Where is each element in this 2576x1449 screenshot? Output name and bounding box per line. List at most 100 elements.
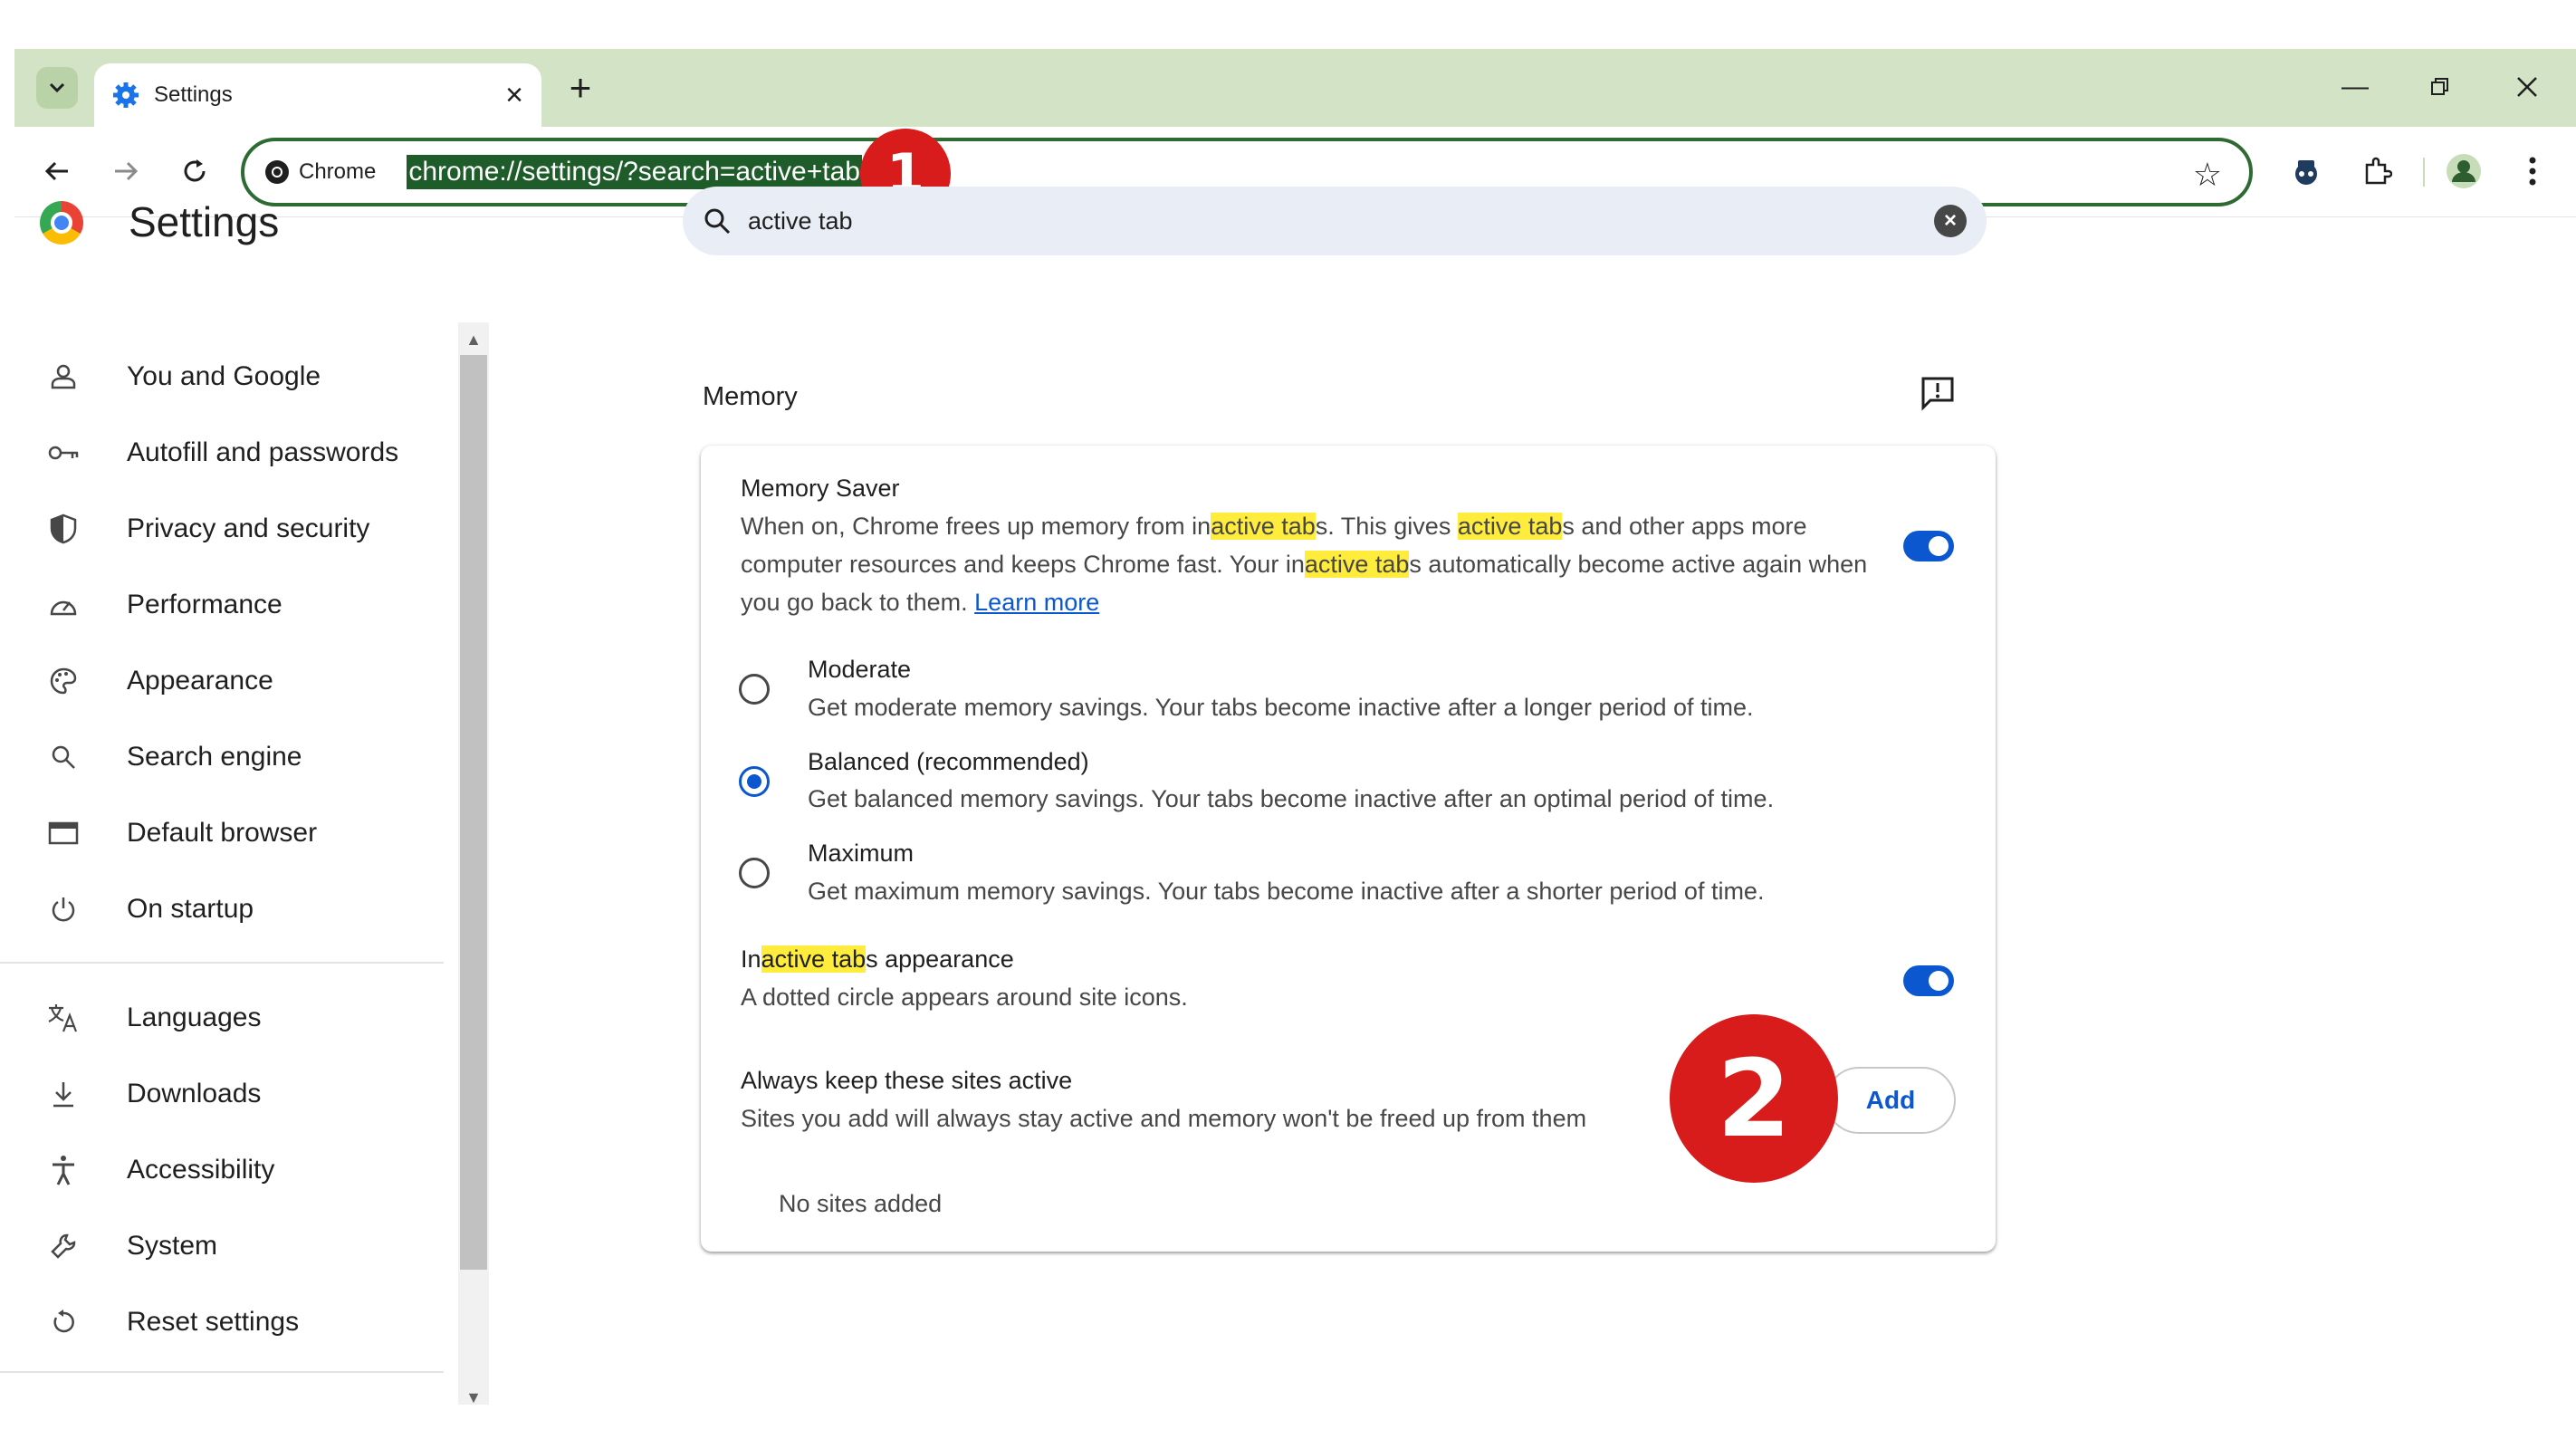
tab-settings[interactable]: Settings ×	[94, 63, 541, 127]
chevron-down-icon	[49, 82, 65, 93]
bookmark-star-icon[interactable]: ☆	[2193, 156, 2222, 194]
clear-search-icon[interactable]: ×	[1934, 205, 1967, 237]
gear-icon	[113, 82, 139, 108]
option-balanced-label: Balanced (recommended)	[808, 748, 1089, 775]
feedback-icon[interactable]	[1920, 375, 1956, 416]
page-title: Settings	[129, 198, 280, 245]
inactive-appearance-toggle[interactable]	[1903, 965, 1954, 996]
new-tab-button[interactable]: +	[560, 66, 601, 109]
sidebar-item-reset[interactable]: Reset settings	[45, 1295, 453, 1349]
memory-saver-desc-line1: When on, Chrome frees up memory from ina…	[741, 513, 1807, 540]
profile-button[interactable]	[2441, 149, 2486, 194]
speedometer-icon	[45, 587, 81, 623]
sidebar-item-label: Languages	[127, 1003, 262, 1032]
chrome-logo-icon	[40, 201, 83, 245]
accessibility-icon	[45, 1152, 81, 1188]
reload-icon	[184, 159, 206, 182]
sidebar-item-label: System	[127, 1231, 218, 1261]
sidebar-item-accessibility[interactable]: Accessibility	[45, 1143, 453, 1197]
sidebar-item-label: Appearance	[127, 666, 273, 696]
wrench-icon	[45, 1228, 81, 1264]
tab-strip: Settings × + —	[14, 49, 2576, 127]
inactive-appearance-desc: A dotted circle appears around site icon…	[741, 984, 1188, 1011]
section-title: Memory	[703, 382, 798, 411]
download-icon	[45, 1076, 81, 1112]
site-chip-label: Chrome	[299, 159, 377, 184]
option-moderate-label: Moderate	[808, 656, 912, 683]
toolbar-divider	[2423, 158, 2425, 187]
annotation-badge-2: 2	[1670, 1014, 1838, 1183]
scroll-down-arrow-icon[interactable]: ▼	[464, 1387, 484, 1407]
sidebar-item-default-browser[interactable]: Default browser	[45, 806, 453, 860]
forward-button[interactable]	[103, 149, 148, 194]
memory-saver-title: Memory Saver	[741, 475, 900, 502]
sidebar-item-downloads[interactable]: Downloads	[45, 1067, 453, 1121]
sidebar-item-label: Search engine	[127, 742, 302, 772]
sidebar-item-languages[interactable]: Languages	[45, 991, 453, 1045]
memory-saver-desc-line3: you go back to them. Learn more	[741, 589, 1100, 616]
arrow-right-icon	[115, 161, 139, 181]
memory-saver-desc-line2: computer resources and keeps Chrome fast…	[741, 551, 1868, 578]
settings-search-field[interactable]: active tab ×	[683, 187, 1987, 255]
palette-icon	[45, 663, 81, 699]
site-chip[interactable]: Chrome	[264, 159, 376, 185]
sidebar-item-label: Accessibility	[127, 1155, 275, 1185]
extension-profile-button[interactable]	[2284, 149, 2329, 194]
reset-icon	[45, 1304, 81, 1340]
chrome-icon	[265, 160, 289, 184]
sidebar-item-label: On startup	[127, 894, 254, 924]
sidebar-item-autofill[interactable]: Autofill and passwords	[45, 426, 453, 480]
radio-balanced[interactable]	[739, 766, 770, 797]
search-icon	[704, 208, 731, 235]
search-input[interactable]: active tab	[748, 207, 1934, 235]
close-icon[interactable]: ×	[505, 80, 523, 110]
radio-moderate[interactable]	[739, 674, 770, 705]
person-icon	[45, 359, 81, 395]
translate-icon	[45, 1000, 81, 1036]
radio-maximum[interactable]	[739, 858, 770, 888]
learn-more-link[interactable]: Learn more	[974, 589, 1099, 616]
arrow-left-icon	[44, 161, 68, 181]
sidebar-item-label: Default browser	[127, 818, 318, 848]
always-active-title: Always keep these sites active	[741, 1067, 1073, 1094]
extensions-button[interactable]	[2354, 149, 2399, 194]
option-balanced-desc: Get balanced memory savings. Your tabs b…	[808, 785, 1775, 812]
sidebar-item-you-and-google[interactable]: You and Google	[45, 350, 453, 404]
browser-window-icon	[45, 815, 81, 851]
back-button[interactable]	[34, 149, 80, 194]
sidebar-item-label: Performance	[127, 590, 282, 619]
sidebar-item-search-engine[interactable]: Search engine	[45, 730, 453, 784]
memory-saver-toggle[interactable]	[1903, 531, 1954, 561]
puzzle-icon	[2365, 157, 2392, 185]
shield-icon	[45, 511, 81, 547]
sidebar-item-privacy[interactable]: Privacy and security	[45, 502, 453, 556]
sidebar-item-appearance[interactable]: Appearance	[45, 654, 453, 708]
always-active-desc: Sites you add will always stay active an…	[741, 1105, 1587, 1132]
option-maximum-label: Maximum	[808, 840, 915, 867]
tab-search-button[interactable]	[36, 67, 78, 109]
power-icon	[45, 891, 81, 927]
url-text[interactable]: chrome://settings/?search=active+tab	[407, 155, 862, 189]
no-sites-text: No sites added	[779, 1190, 943, 1217]
minimize-icon[interactable]: —	[2332, 69, 2378, 105]
sidebar-scroll-thumb[interactable]	[460, 355, 487, 1270]
add-site-button[interactable]: Add	[1825, 1067, 1956, 1134]
sidebar-item-label: Downloads	[127, 1079, 262, 1108]
menu-button[interactable]	[2510, 149, 2555, 194]
reload-button[interactable]	[172, 149, 217, 194]
restore-icon[interactable]	[2418, 69, 2463, 105]
sidebar-item-label: Privacy and security	[127, 513, 370, 543]
sidebar-item-label: Reset settings	[127, 1307, 300, 1337]
sidebar-item-system[interactable]: System	[45, 1219, 453, 1273]
sidebar-item-label: Autofill and passwords	[127, 437, 399, 467]
window-close-icon[interactable]	[2504, 69, 2550, 105]
sidebar-item-label: You and Google	[127, 361, 321, 391]
sidebar-item-performance[interactable]: Performance	[45, 578, 453, 632]
option-moderate-desc: Get moderate memory savings. Your tabs b…	[808, 694, 1754, 721]
avatar-icon	[2447, 154, 2481, 188]
kebab-menu-icon	[2529, 157, 2536, 186]
scroll-up-arrow-icon[interactable]: ▲	[464, 330, 484, 350]
spy-icon	[2295, 160, 2317, 185]
sidebar-item-on-startup[interactable]: On startup	[45, 882, 453, 936]
tab-title: Settings	[154, 82, 233, 107]
